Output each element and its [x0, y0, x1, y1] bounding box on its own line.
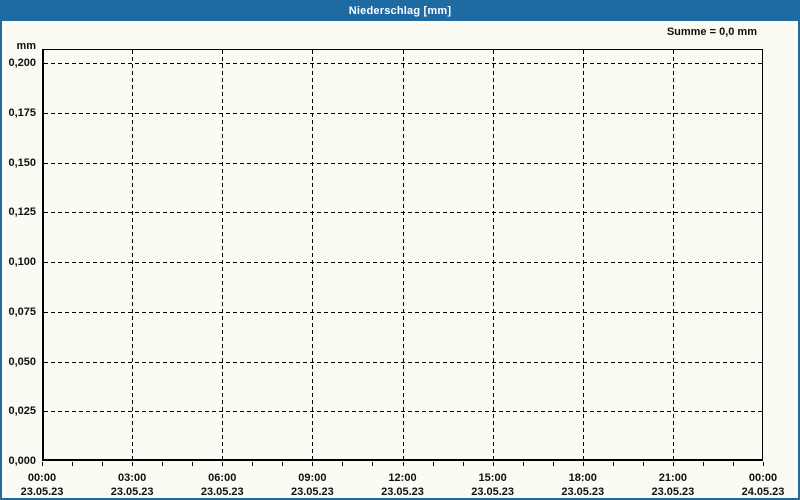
x-axis-hour-tick: [492, 462, 494, 466]
y-tick-label: 0,125: [8, 206, 36, 219]
x-tick-date-label: 24.05.23: [741, 486, 785, 498]
y-tick-label: 0,000: [8, 455, 36, 467]
gridline-vertical: [672, 50, 674, 459]
x-axis-hour-tick: [402, 462, 404, 466]
gridline-vertical: [582, 50, 584, 459]
x-axis-hour-tick: [372, 462, 374, 466]
x-tick-time-label: 00:00: [27, 472, 57, 484]
gridline-vertical: [402, 50, 404, 459]
x-axis-hour-tick: [763, 462, 764, 466]
chart-title-bar: Niederschlag [mm]: [2, 2, 798, 21]
x-axis-hour-tick: [132, 462, 134, 466]
y-tick-label: 0,100: [8, 256, 36, 268]
x-tick-date-label: 23.05.23: [290, 486, 334, 498]
x-axis-hour-tick: [552, 462, 554, 466]
x-axis-hour-tick: [72, 462, 74, 466]
gridline-vertical: [132, 50, 134, 459]
x-axis-hour-tick: [282, 462, 284, 466]
x-axis-hour-tick: [42, 462, 43, 466]
x-axis-hour-tick: [672, 462, 674, 466]
x-tick-date-label: 23.05.23: [471, 486, 515, 498]
gridline-vertical: [492, 50, 494, 459]
x-axis-hour-tick: [642, 462, 644, 466]
x-tick-date-label: 23.05.23: [200, 486, 244, 498]
x-tick-time-label: 15:00: [478, 472, 507, 484]
x-tick-time-label: 00:00: [748, 472, 778, 484]
x-tick-time-label: 09:00: [298, 472, 327, 484]
x-tick-time-label: 18:00: [568, 472, 597, 484]
x-tick-time-label: 12:00: [388, 472, 417, 484]
x-tick-date-label: 23.05.23: [561, 486, 605, 498]
x-axis-hour-tick: [192, 462, 194, 466]
y-axis-unit-label: mm: [16, 40, 36, 52]
x-tick-date-label: 23.05.23: [110, 486, 154, 498]
x-tick-date-label: 23.05.23: [381, 486, 424, 498]
y-tick-label: 0,175: [8, 106, 36, 119]
x-axis-hour-tick: [102, 462, 104, 466]
x-tick-time-label: 06:00: [208, 472, 237, 484]
x-axis-hour-tick: [522, 462, 524, 466]
sum-label: Summe = 0,0 mm: [666, 26, 757, 38]
x-axis-hour-tick: [462, 462, 464, 466]
plot-area: [42, 49, 763, 461]
chart-window: Niederschlag [mm] Summe = 0,0 mm mm 0,00…: [0, 0, 800, 500]
x-axis-hour-tick: [612, 462, 614, 466]
x-tick-date-label: 23.05.23: [20, 486, 64, 498]
x-tick-date-label: 23.05.23: [651, 486, 695, 498]
gridline-vertical: [312, 50, 314, 459]
x-axis-hour-tick: [312, 462, 314, 466]
y-tick-label: 0,025: [8, 405, 36, 418]
x-tick-time-label: 03:00: [118, 472, 147, 484]
chart-title: Niederschlag [mm]: [348, 5, 452, 17]
y-tick-label: 0,075: [8, 305, 36, 318]
x-axis-hour-tick: [222, 462, 224, 466]
x-tick-time-label: 21:00: [658, 472, 687, 484]
x-axis-hour-tick: [702, 462, 704, 466]
gridline-vertical: [222, 50, 224, 459]
x-axis-hour-tick: [162, 462, 164, 466]
y-tick-label: 0,050: [8, 355, 36, 368]
x-axis-hour-tick: [732, 462, 734, 466]
y-tick-label: 0,200: [8, 57, 36, 69]
x-axis-hour-tick: [252, 462, 254, 466]
y-tick-label: 0,150: [8, 156, 36, 169]
x-axis-hour-tick: [342, 462, 344, 466]
x-axis-hour-tick: [582, 462, 584, 466]
x-axis-hour-tick: [432, 462, 434, 466]
